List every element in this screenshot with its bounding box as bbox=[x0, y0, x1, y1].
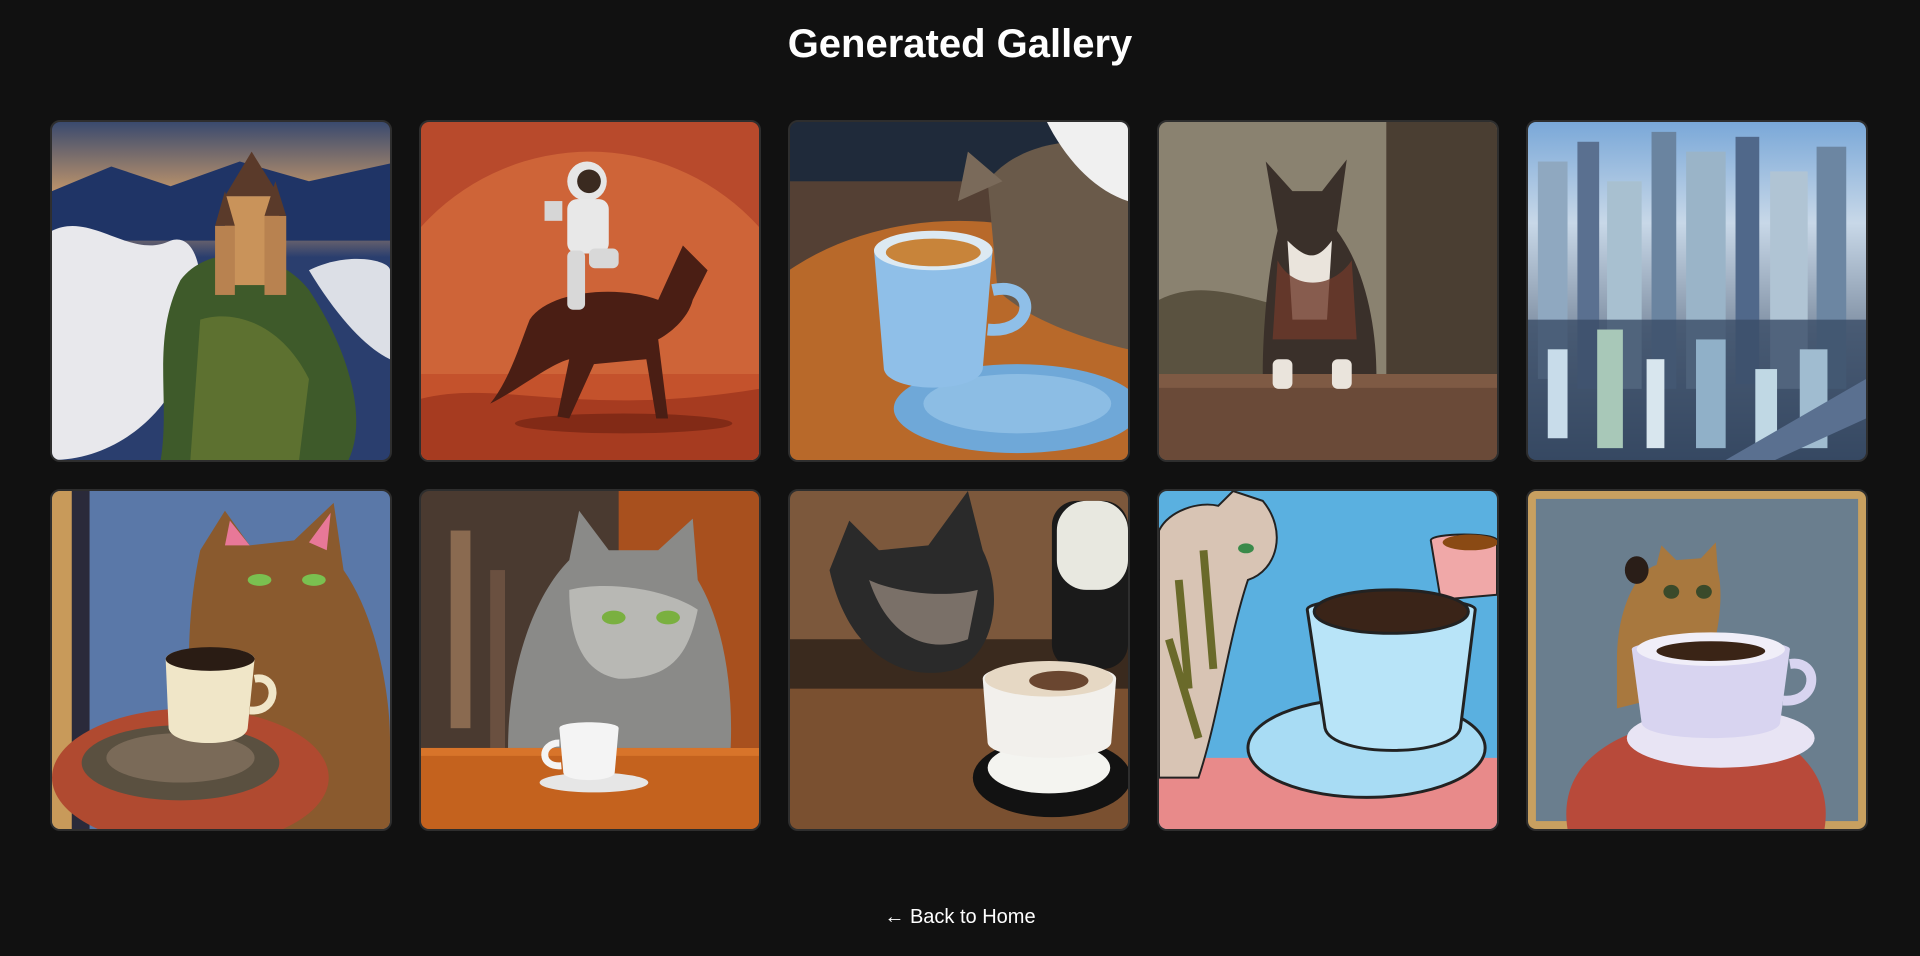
gallery-image-kitten-teacup[interactable] bbox=[1526, 489, 1868, 831]
gallery-image-tabby-espresso[interactable] bbox=[419, 489, 761, 831]
cartoon-cat-image bbox=[1159, 491, 1497, 829]
kitten-latte-image bbox=[790, 491, 1128, 829]
gallery-image-castle[interactable] bbox=[50, 120, 392, 462]
cat-coffee-image bbox=[790, 122, 1128, 460]
gallery-page: Generated Gallery ← Back to Home bbox=[0, 0, 1920, 956]
gallery-image-cat-coffee[interactable] bbox=[788, 120, 1130, 462]
back-to-home-link[interactable]: ← Back to Home bbox=[884, 906, 1035, 928]
gallery-image-astronaut-horse[interactable] bbox=[419, 120, 761, 462]
gallery-image-futuristic-city[interactable] bbox=[1526, 120, 1868, 462]
page-title: Generated Gallery bbox=[787, 22, 1133, 66]
gallery-image-cartoon-cat[interactable] bbox=[1157, 489, 1499, 831]
kitten-teacup-image bbox=[1528, 491, 1866, 829]
dog-portrait-image bbox=[1159, 122, 1497, 460]
back-nav: ← Back to Home bbox=[0, 906, 1920, 929]
gallery-image-dog-portrait[interactable] bbox=[1157, 120, 1499, 462]
gallery-image-cat-painting[interactable] bbox=[50, 489, 392, 831]
image-grid bbox=[50, 120, 1868, 831]
cat-painting-image bbox=[52, 491, 390, 829]
astronaut-horse-image bbox=[421, 122, 759, 460]
gallery-image-kitten-latte[interactable] bbox=[788, 489, 1130, 831]
tabby-espresso-image bbox=[421, 491, 759, 829]
castle-image bbox=[52, 122, 390, 460]
futuristic-city-image bbox=[1528, 122, 1866, 460]
